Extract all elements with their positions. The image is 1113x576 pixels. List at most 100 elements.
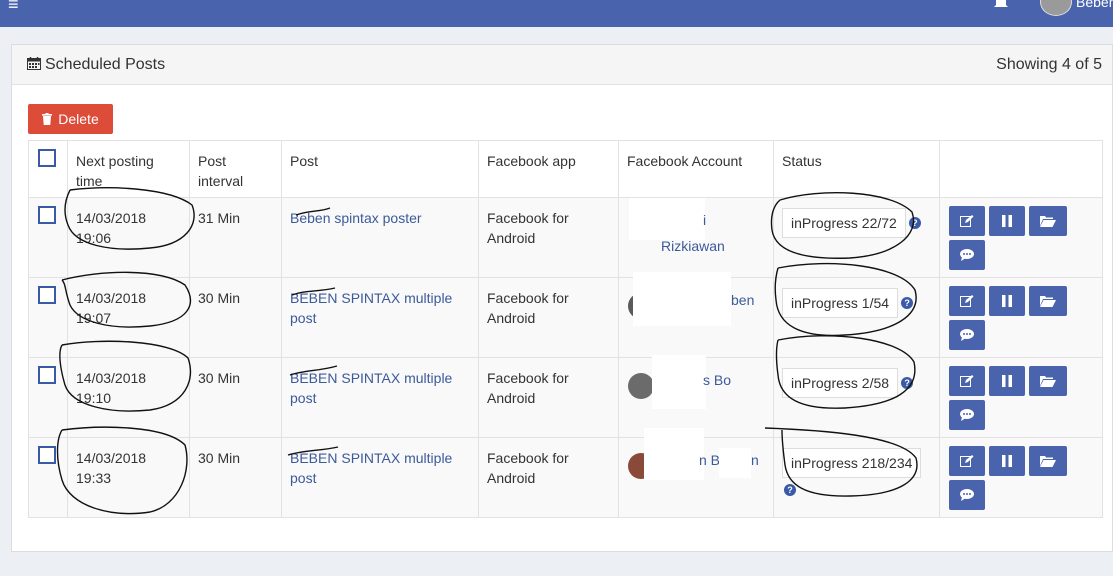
comment-icon xyxy=(960,329,974,341)
redaction xyxy=(644,428,704,480)
edit-button[interactable] xyxy=(949,206,985,236)
post-link[interactable]: BEBEN SPINTAX multiple post xyxy=(290,450,452,486)
folder-open-icon xyxy=(1039,376,1056,387)
table-header-row: Next posting time Post interval Post Fac… xyxy=(28,140,1103,198)
pause-icon xyxy=(1001,455,1012,467)
row-checkbox[interactable] xyxy=(38,446,56,464)
facebook-account[interactable]: ben xyxy=(618,272,774,358)
facebook-app: Facebook for Android xyxy=(487,290,569,326)
help-icon[interactable]: ? xyxy=(908,217,921,229)
table-row: 14/03/2018 19:10 30 Min BEBEN SPINTAX mu… xyxy=(28,355,1103,438)
account-name[interactable]: i xyxy=(703,212,706,228)
row-actions xyxy=(940,358,1102,434)
facebook-account[interactable]: i Rizkiawan xyxy=(618,197,774,278)
delete-label: Delete xyxy=(58,111,99,127)
folder-button[interactable] xyxy=(1028,446,1067,476)
comment-button[interactable] xyxy=(949,400,985,430)
post-interval: 31 Min xyxy=(198,210,241,226)
account-avatar xyxy=(628,373,654,399)
user-avatar[interactable] xyxy=(1040,0,1072,16)
status-value: inProgress 22/72 xyxy=(782,208,906,238)
header-post[interactable]: Post xyxy=(281,140,479,198)
delete-button[interactable]: Delete xyxy=(28,104,113,134)
post-link[interactable]: Beben spintax poster xyxy=(290,210,422,226)
row-checkbox[interactable] xyxy=(38,366,56,384)
pause-button[interactable] xyxy=(988,286,1025,316)
post-link[interactable]: BEBEN SPINTAX multiple post xyxy=(290,290,452,326)
pause-icon xyxy=(1001,375,1012,387)
row-actions xyxy=(940,438,1102,514)
edit-button[interactable] xyxy=(949,286,985,316)
post-link[interactable]: BEBEN SPINTAX multiple post xyxy=(290,370,452,406)
status-value: inProgress 1/54 xyxy=(782,288,899,318)
header-next-posting-time[interactable]: Next posting time xyxy=(67,140,190,198)
header-facebook-account[interactable]: Facebook Account xyxy=(618,140,774,198)
comment-icon xyxy=(960,249,974,261)
header-actions xyxy=(939,140,1103,198)
comment-icon xyxy=(960,409,974,421)
row-checkbox[interactable] xyxy=(38,206,56,224)
facebook-account[interactable]: s Bo xyxy=(618,355,774,438)
folder-open-icon xyxy=(1039,216,1056,227)
facebook-app: Facebook for Android xyxy=(487,210,569,246)
post-interval: 30 Min xyxy=(198,450,241,466)
edit-button[interactable] xyxy=(949,446,985,476)
scheduled-posts-panel: Scheduled Posts Showing 4 of 5 Delete Ne… xyxy=(11,44,1113,552)
folder-open-icon xyxy=(1039,296,1056,307)
help-icon[interactable]: ? xyxy=(901,377,914,389)
next-posting-time: 14/03/2018 19:33 xyxy=(76,450,147,486)
header-select-all[interactable] xyxy=(28,140,68,198)
pause-button[interactable] xyxy=(988,366,1025,396)
redaction xyxy=(629,198,705,240)
account-name-2[interactable]: n xyxy=(751,452,759,468)
pause-button[interactable] xyxy=(988,206,1025,236)
facebook-account[interactable]: n B n xyxy=(618,428,774,518)
account-name-2[interactable]: Rizkiawan xyxy=(661,238,725,254)
status-value: inProgress 2/58 xyxy=(782,368,899,398)
panel-header: Scheduled Posts Showing 4 of 5 xyxy=(12,45,1112,85)
menu-toggle-icon[interactable]: ≡ xyxy=(8,0,19,13)
header-facebook-app[interactable]: Facebook app xyxy=(478,140,619,198)
folder-button[interactable] xyxy=(1028,286,1067,316)
comment-button[interactable] xyxy=(949,320,985,350)
select-all-checkbox[interactable] xyxy=(38,149,56,167)
folder-button[interactable] xyxy=(1028,366,1067,396)
showing-count: Showing 4 of 5 xyxy=(996,56,1102,73)
top-navbar: ≡ Beben xyxy=(0,0,1113,27)
row-actions xyxy=(940,278,1102,354)
account-name[interactable]: ben xyxy=(731,292,754,308)
help-icon[interactable]: ? xyxy=(901,297,914,309)
account-name[interactable]: s Bo xyxy=(703,372,731,388)
table-row: 14/03/2018 19:33 30 Min BEBEN SPINTAX mu… xyxy=(28,428,1103,518)
trash-icon xyxy=(42,113,53,125)
edit-icon xyxy=(960,375,974,387)
post-interval: 30 Min xyxy=(198,290,241,306)
row-checkbox[interactable] xyxy=(38,286,56,304)
help-icon[interactable]: ? xyxy=(784,484,796,497)
redaction xyxy=(633,272,731,326)
comment-icon xyxy=(960,489,974,501)
edit-button[interactable] xyxy=(949,366,985,396)
comment-button[interactable] xyxy=(949,480,985,510)
notification-bell-icon[interactable] xyxy=(994,0,1008,8)
table-row: 14/03/2018 19:06 31 Min Beben spintax po… xyxy=(28,197,1103,278)
header-post-interval[interactable]: Post interval xyxy=(189,140,282,198)
edit-icon xyxy=(960,295,974,307)
header-status[interactable]: Status xyxy=(773,140,940,198)
folder-button[interactable] xyxy=(1028,206,1067,236)
calendar-icon xyxy=(27,57,41,70)
account-name[interactable]: n B xyxy=(699,452,720,468)
panel-title-text: Scheduled Posts xyxy=(45,56,166,73)
comment-button[interactable] xyxy=(949,240,985,270)
facebook-app: Facebook for Android xyxy=(487,450,569,486)
next-posting-time: 14/03/2018 19:10 xyxy=(76,370,147,406)
pause-icon xyxy=(1001,215,1012,227)
next-posting-time: 14/03/2018 19:07 xyxy=(76,290,147,326)
table-row: 14/03/2018 19:07 30 Min BEBEN SPINTAX mu… xyxy=(28,272,1103,358)
panel-title: Scheduled Posts xyxy=(27,56,165,74)
next-posting-time: 14/03/2018 19:06 xyxy=(76,210,147,246)
pause-button[interactable] xyxy=(988,446,1025,476)
user-name[interactable]: Beben xyxy=(1076,0,1113,10)
post-interval: 30 Min xyxy=(198,370,241,386)
row-actions xyxy=(940,198,1102,274)
